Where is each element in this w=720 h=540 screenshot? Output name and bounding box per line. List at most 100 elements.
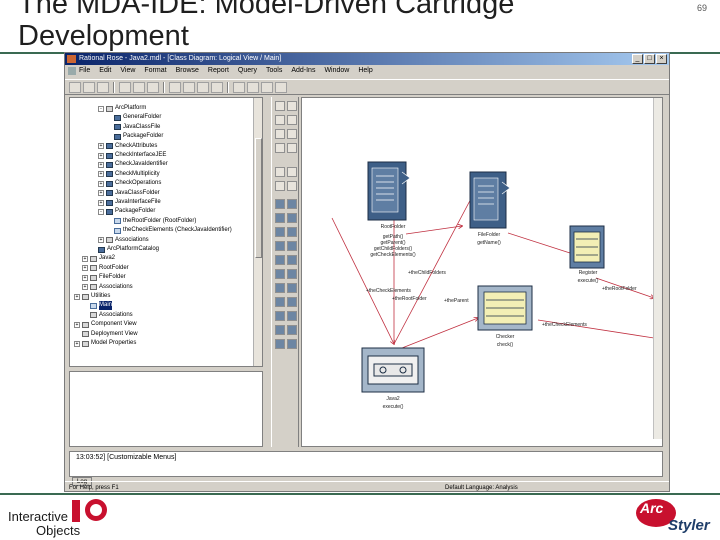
menu-format[interactable]: Format <box>144 65 166 77</box>
generalization-tool-icon[interactable] <box>287 167 297 177</box>
document-icon[interactable] <box>68 67 76 75</box>
tree-item[interactable]: + JavaInterfaceFile <box>98 198 161 207</box>
tree-item[interactable]: ArcPlatformCatalog <box>90 245 159 254</box>
tree-item[interactable]: + Java2 <box>82 254 115 263</box>
zoom-in-button[interactable] <box>233 82 245 93</box>
close-button[interactable]: × <box>656 54 667 64</box>
stereotype-tool-icon[interactable] <box>287 297 297 307</box>
rootfolder-class-icon[interactable] <box>367 161 411 221</box>
expand-icon[interactable]: + <box>98 180 104 187</box>
model-browser-tree[interactable]: - ArcPlatform GeneralFolder JavaClassFile Pa… <box>69 97 263 367</box>
stereotype-tool-icon[interactable] <box>287 199 297 209</box>
copy-button[interactable] <box>133 82 145 93</box>
expand-icon[interactable]: + <box>74 321 80 328</box>
scroll-thumb[interactable] <box>255 138 262 258</box>
help-button[interactable] <box>183 82 195 93</box>
class-diagram-canvas[interactable]: RootFolder getPath() getParent() getChil… <box>301 97 663 447</box>
checker-class-icon[interactable] <box>477 285 533 331</box>
open-button[interactable] <box>83 82 95 93</box>
expand-icon[interactable]: + <box>82 284 88 291</box>
expand-icon[interactable]: + <box>82 255 88 262</box>
expand-icon[interactable]: + <box>82 265 88 272</box>
tree-item[interactable]: theRootFolder (RootFolder) <box>106 217 196 226</box>
expand-icon[interactable]: + <box>98 152 104 159</box>
stereotype-tool-icon[interactable] <box>287 241 297 251</box>
stereotype-tool-icon[interactable] <box>287 227 297 237</box>
maximize-button[interactable]: □ <box>644 54 655 64</box>
expand-icon[interactable]: + <box>74 340 80 347</box>
browser-scrollbar[interactable] <box>253 98 262 366</box>
tree-item[interactable]: + Associations <box>98 236 149 245</box>
minimize-button[interactable]: _ <box>632 54 643 64</box>
browse-class-diagram-button[interactable] <box>197 82 209 93</box>
stereotype-tool-icon[interactable] <box>275 325 285 335</box>
menu-window[interactable]: Window <box>324 65 349 77</box>
menu-file[interactable]: File <box>79 65 90 77</box>
tree-item[interactable]: - PackageFolder <box>98 207 155 216</box>
expand-icon[interactable]: + <box>98 161 104 168</box>
expand-icon[interactable]: + <box>98 143 104 150</box>
expand-icon[interactable]: + <box>98 199 104 206</box>
expand-icon[interactable]: + <box>98 171 104 178</box>
canvas-scrollbar[interactable] <box>653 98 662 439</box>
tree-item[interactable]: - ArcPlatform <box>98 104 146 113</box>
documentation-pane[interactable] <box>69 371 263 447</box>
aggregation-tool-icon[interactable] <box>287 143 297 153</box>
paste-button[interactable] <box>147 82 159 93</box>
menu-add-ins[interactable]: Add-Ins <box>291 65 315 77</box>
association-line[interactable] <box>401 318 478 349</box>
tree-item[interactable]: PackageFolder <box>106 132 163 141</box>
window-titlebar[interactable]: Rational Rose - Java2.mdl - [Class Diagr… <box>65 53 669 65</box>
menu-browse[interactable]: Browse <box>176 65 199 77</box>
tree-item[interactable]: + RootFolder <box>82 264 129 273</box>
text-tool-icon[interactable] <box>287 101 297 111</box>
selection-tool-icon[interactable] <box>275 101 285 111</box>
stereotype-tool-icon[interactable] <box>287 283 297 293</box>
cut-button[interactable] <box>119 82 131 93</box>
stereotype-tool-icon[interactable] <box>275 241 285 251</box>
interface-tool-icon[interactable] <box>287 129 297 139</box>
tree-item[interactable]: + Associations <box>82 283 133 292</box>
menu-help[interactable]: Help <box>358 65 372 77</box>
tree-item[interactable]: + JavaClassFolder <box>98 189 160 198</box>
tree-item[interactable]: JavaClassFile <box>106 123 160 132</box>
class-tool-icon[interactable] <box>275 129 285 139</box>
tree-item[interactable]: GeneralFolder <box>106 113 161 122</box>
stereotype-tool-icon[interactable] <box>287 255 297 265</box>
tree-item[interactable]: Deployment View <box>74 330 138 339</box>
browse-component-button[interactable] <box>211 82 223 93</box>
stereotype-tool-icon[interactable] <box>287 213 297 223</box>
print-button[interactable] <box>169 82 181 93</box>
stereotype-tool-icon[interactable] <box>275 311 285 321</box>
collapse-icon[interactable]: - <box>98 105 104 112</box>
new-button[interactable] <box>69 82 81 93</box>
stereotype-tool-icon[interactable] <box>287 269 297 279</box>
register-class-icon[interactable] <box>569 225 605 269</box>
undo-fit-button[interactable] <box>275 82 287 93</box>
save-button[interactable] <box>97 82 109 93</box>
stereotype-tool-icon[interactable] <box>275 283 285 293</box>
expand-icon[interactable]: + <box>74 293 80 300</box>
tree-item[interactable]: + Model Properties <box>74 339 136 348</box>
stereotype-tool-icon[interactable] <box>275 297 285 307</box>
filefolder-class-icon[interactable] <box>469 171 511 229</box>
expand-icon[interactable]: + <box>82 274 88 281</box>
stereotype-tool-icon[interactable] <box>275 269 285 279</box>
association-tool-icon[interactable] <box>275 143 285 153</box>
zoom-out-button[interactable] <box>247 82 259 93</box>
stereotype-tool-icon[interactable] <box>287 325 297 335</box>
tree-item[interactable]: + CheckOperations <box>98 179 161 188</box>
stereotype-tool-icon[interactable] <box>275 339 285 349</box>
log-window[interactable]: 13:03:52] [Customizable Menus] Log <box>69 451 663 486</box>
tree-item[interactable]: Associations <box>82 311 133 320</box>
stereotype-tool-icon[interactable] <box>275 213 285 223</box>
tree-item[interactable]: + Utilities <box>74 292 110 301</box>
menu-tools[interactable]: Tools <box>266 65 282 77</box>
menu-report[interactable]: Report <box>208 65 229 77</box>
collapse-icon[interactable]: - <box>98 208 104 215</box>
expand-icon[interactable]: + <box>98 237 104 244</box>
tree-item[interactable]: + CheckAttributes <box>98 142 157 151</box>
tree-item[interactable]: + CheckJavaIdentifier <box>98 160 168 169</box>
stereotype-tool-icon[interactable] <box>287 339 297 349</box>
stereotype-tool-icon[interactable] <box>275 255 285 265</box>
